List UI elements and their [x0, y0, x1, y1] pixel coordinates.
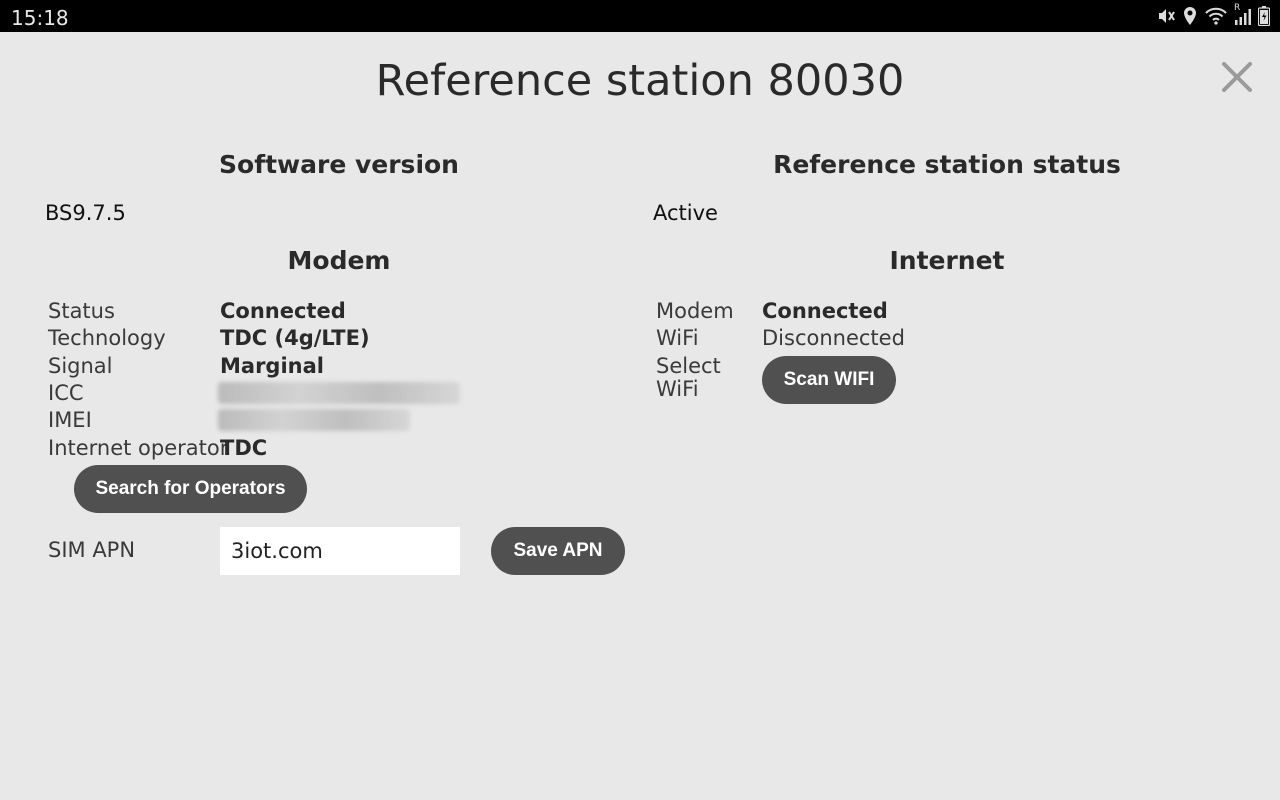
- modem-status-value: Connected: [220, 299, 346, 323]
- modem-heading: Modem: [287, 246, 391, 275]
- modem-imei-label: IMEI: [48, 408, 92, 432]
- system-status-bar: 15:18 R: [0, 0, 1280, 32]
- imei-redacted-value: [218, 409, 410, 431]
- station-status-heading: Reference station status: [773, 150, 1121, 179]
- modem-operator-value: TDC: [220, 436, 268, 460]
- modem-technology-value: TDC (4g/LTE): [220, 326, 370, 350]
- sim-apn-label: SIM APN: [48, 538, 136, 562]
- mute-icon: [1156, 6, 1176, 26]
- select-wifi-label: Select WiFi: [656, 354, 721, 401]
- station-status-value: Active: [653, 201, 718, 225]
- modem-operator-label: Internet operator: [48, 436, 229, 460]
- modem-signal-value: Marginal: [220, 354, 324, 378]
- signal-icon: R: [1234, 3, 1252, 26]
- software-version-value: BS9.7.5: [45, 201, 126, 225]
- modem-technology-label: Technology: [48, 326, 166, 350]
- software-version-heading: Software version: [219, 150, 459, 179]
- internet-wifi-value: Disconnected: [762, 326, 905, 350]
- clock: 15:18: [11, 6, 69, 30]
- modem-icc-label: ICC: [48, 381, 84, 405]
- modem-signal-label: Signal: [48, 354, 113, 378]
- status-icons: R: [1156, 3, 1270, 27]
- close-icon: [1222, 62, 1252, 92]
- internet-modem-label: Modem: [656, 299, 734, 323]
- page-title: Reference station 80030: [375, 56, 905, 106]
- roaming-indicator: R: [1234, 3, 1241, 13]
- wifi-icon: [1204, 6, 1228, 26]
- sim-apn-input[interactable]: [220, 527, 460, 575]
- internet-modem-value: Connected: [762, 299, 888, 323]
- scan-wifi-button[interactable]: Scan WIFI: [762, 356, 896, 404]
- search-operators-button[interactable]: Search for Operators: [74, 465, 307, 513]
- internet-wifi-label: WiFi: [656, 326, 699, 350]
- save-apn-button[interactable]: Save APN: [491, 527, 625, 575]
- icc-redacted-value: [218, 382, 460, 404]
- battery-icon: [1258, 6, 1270, 26]
- modem-status-label: Status: [48, 299, 115, 323]
- location-icon: [1182, 6, 1198, 26]
- internet-heading: Internet: [889, 246, 1005, 275]
- close-button[interactable]: [1220, 60, 1254, 94]
